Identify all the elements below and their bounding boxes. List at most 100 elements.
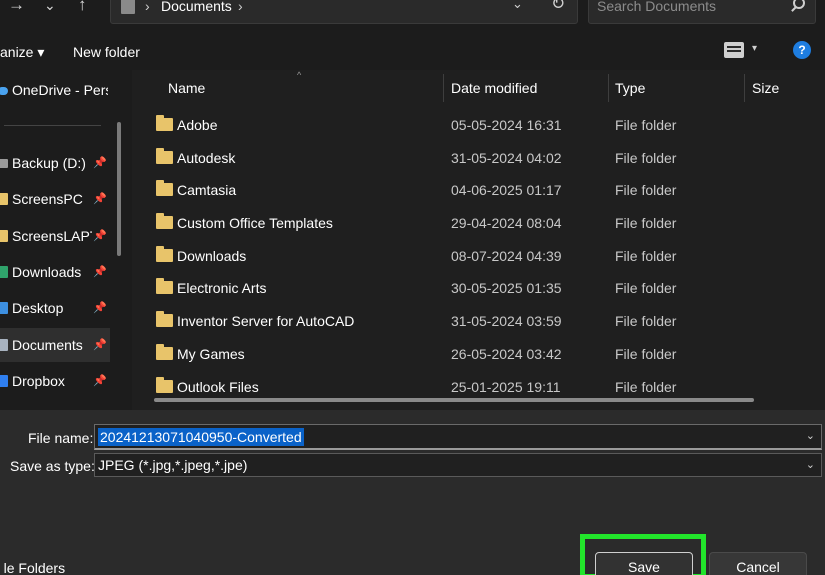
folder-icon [156, 377, 173, 393]
file-name-label: File name: [28, 430, 94, 446]
file-date: 31-05-2024 03:59 [451, 313, 562, 329]
nav-item-downloads[interactable]: Downloads 📌 [0, 255, 110, 289]
save-button[interactable]: Save [595, 552, 693, 575]
table-row[interactable]: Electronic Arts 30-05-2025 01:35 File fo… [132, 271, 825, 304]
column-header-name[interactable]: Name [168, 80, 205, 96]
folder-icon [156, 148, 173, 164]
recent-locations-chevron-icon[interactable]: ⌄ [44, 0, 56, 16]
file-date: 31-05-2024 04:02 [451, 150, 562, 166]
sort-ascending-icon: ^ [297, 70, 302, 80]
view-options-icon[interactable] [724, 42, 744, 58]
nav-item-desktop[interactable]: Desktop 📌 [0, 291, 110, 325]
nav-item-dropbox[interactable]: Dropbox 📌 [0, 364, 110, 398]
chevron-down-icon[interactable]: ⌄ [806, 429, 815, 442]
download-icon [0, 266, 8, 278]
file-name: Custom Office Templates [177, 215, 333, 231]
search-icon[interactable] [793, 0, 805, 9]
nav-item-documents[interactable]: Documents 📌 [0, 328, 110, 362]
hide-folders-toggle[interactable]: ⌃ le Folders [0, 560, 65, 575]
search-input[interactable]: Search Documents [588, 0, 816, 24]
file-date: 25-01-2025 19:11 [451, 379, 561, 395]
folder-icon [156, 115, 173, 131]
file-date: 08-07-2024 04:39 [451, 248, 562, 264]
pin-icon[interactable]: 📌 [93, 338, 107, 351]
column-header-type[interactable]: Type [615, 80, 645, 96]
dropbox-icon [0, 375, 8, 387]
forward-arrow-icon[interactable]: → [8, 0, 25, 16]
pin-icon[interactable]: 📌 [93, 156, 107, 169]
pin-icon[interactable]: 📌 [93, 229, 107, 242]
save-as-type-select[interactable]: JPEG (*.jpg,*.jpeg,*.jpe) ⌄ [94, 453, 822, 477]
file-name: Downloads [177, 248, 247, 264]
pin-icon[interactable]: 📌 [93, 374, 107, 387]
nav-item-screenslaptop[interactable]: ScreensLAPTOP 📌 [0, 219, 110, 253]
cancel-button[interactable]: Cancel [709, 552, 807, 575]
command-bar: anize ▾ New folder ▾ ? [0, 28, 825, 70]
file-date: 04-06-2025 01:17 [451, 182, 562, 198]
nav-item-backup-d[interactable]: Backup (D:) 📌 [0, 146, 110, 180]
folder-icon [156, 213, 173, 229]
address-bar[interactable]: › Documents › ⌄ ↻ [110, 0, 578, 24]
column-header-date-modified[interactable]: Date modified [451, 80, 537, 96]
nav-item-screenspc[interactable]: ScreensPC 📌 [0, 182, 110, 216]
onedrive-icon [0, 87, 8, 95]
file-date: 30-05-2025 01:35 [451, 280, 562, 296]
table-row[interactable]: Camtasia 04-06-2025 01:17 File folder [132, 173, 825, 206]
table-row[interactable]: Adobe 05-05-2024 16:31 File folder [132, 108, 825, 141]
file-name-value[interactable]: 20241213071040950-Converted [98, 428, 304, 446]
new-folder-button[interactable]: New folder [73, 44, 140, 60]
documents-folder-icon [121, 0, 135, 14]
file-name: Adobe [177, 117, 218, 133]
file-type: File folder [615, 117, 677, 133]
hide-folders-label: le Folders [3, 560, 66, 575]
file-date: 26-05-2024 03:42 [451, 346, 562, 362]
nav-item-label: ScreensLAPTOP [12, 228, 92, 244]
file-name: Electronic Arts [177, 280, 267, 296]
breadcrumb-chevron-icon[interactable]: › [238, 0, 243, 14]
column-header-size[interactable]: Size [752, 80, 779, 96]
navigation-pane: OneDrive - Perso Backup (D:) 📌 ScreensPC… [0, 70, 132, 410]
file-date: 29-04-2024 08:04 [451, 215, 562, 231]
drive-icon [0, 159, 8, 168]
organize-menu-button[interactable]: anize ▾ [0, 44, 44, 61]
column-divider[interactable] [608, 74, 609, 102]
file-type: File folder [615, 280, 677, 296]
file-name-field[interactable]: 20241213071040950-Converted ⌄ [94, 424, 822, 450]
file-type: File folder [615, 215, 677, 231]
horizontal-scrollbar[interactable] [154, 398, 754, 402]
file-name: Inventor Server for AutoCAD [177, 313, 355, 329]
table-row[interactable]: Downloads 08-07-2024 04:39 File folder [132, 239, 825, 272]
folder-icon [156, 278, 173, 294]
nav-divider [4, 125, 101, 126]
up-arrow-icon[interactable]: ↑ [78, 0, 87, 16]
file-type: File folder [615, 379, 677, 395]
pin-icon[interactable]: 📌 [93, 265, 107, 278]
file-type: File folder [615, 313, 677, 329]
file-type: File folder [615, 182, 677, 198]
help-icon[interactable]: ? [793, 41, 811, 59]
nav-scrollbar[interactable] [117, 122, 121, 256]
column-divider[interactable] [443, 74, 444, 102]
column-divider[interactable] [744, 74, 745, 102]
nav-item-onedrive[interactable]: OneDrive - Perso [0, 73, 110, 107]
chevron-down-icon[interactable]: ⌄ [806, 458, 815, 471]
table-row[interactable]: Custom Office Templates 29-04-2024 08:04… [132, 206, 825, 239]
save-as-type-value: JPEG (*.jpg,*.jpeg,*.jpe) [98, 457, 248, 473]
table-row[interactable]: Autodesk 31-05-2024 04:02 File folder [132, 141, 825, 174]
folder-icon [0, 230, 8, 242]
refresh-icon[interactable]: ↻ [551, 0, 565, 14]
table-row[interactable]: Inventor Server for AutoCAD 31-05-2024 0… [132, 304, 825, 337]
file-name: Outlook Files [177, 379, 259, 395]
table-row[interactable]: My Games 26-05-2024 03:42 File folder [132, 337, 825, 370]
pin-icon[interactable]: 📌 [93, 301, 107, 314]
breadcrumb-documents[interactable]: Documents [161, 0, 232, 14]
desktop-icon [0, 302, 8, 314]
save-as-type-label: Save as type: [10, 458, 95, 474]
file-type: File folder [615, 150, 677, 166]
file-name: Camtasia [177, 182, 237, 198]
view-dropdown-icon[interactable]: ▾ [752, 43, 757, 54]
address-history-dropdown-icon[interactable]: ⌄ [512, 0, 523, 12]
pin-icon[interactable]: 📌 [93, 192, 107, 205]
file-name: Autodesk [177, 150, 236, 166]
search-placeholder: Search Documents [597, 0, 717, 14]
